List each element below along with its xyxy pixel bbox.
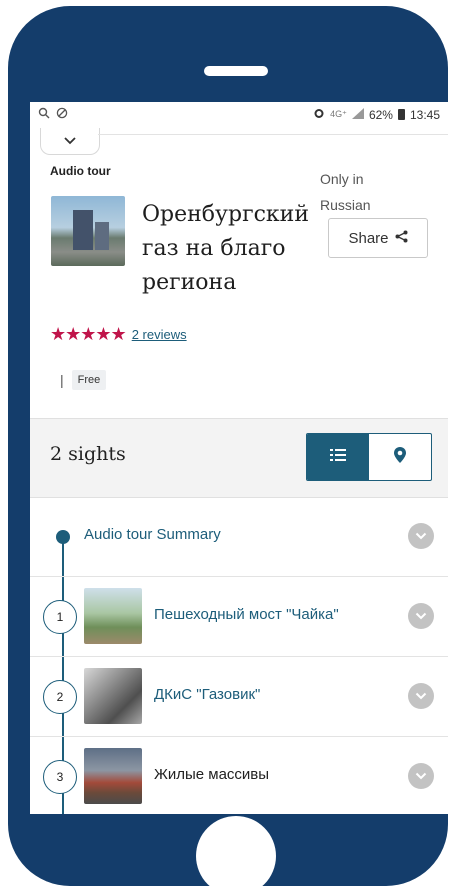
battery-percent: 62% [368,107,393,122]
sight-number: 1 [43,600,77,634]
expand-button[interactable] [408,603,434,629]
list-view-button[interactable] [307,434,369,480]
status-time: 13:45 [409,107,440,122]
reviews-link[interactable]: 2 reviews [132,327,187,342]
tour-type-label: Audio tour [50,164,111,178]
status-left [38,107,68,122]
app-screen: 4G⁺ 62% 13:45 Audio tour Only in Russian… [30,102,448,814]
sight-number: 3 [43,760,77,794]
rating: ★★★★★ 2 reviews [50,324,187,345]
network-indicator: 4G⁺ [330,109,347,119]
sight-label: ДКиС "Газовик" [154,686,261,703]
sight-thumbnail [84,668,142,724]
tour-thumbnail [51,196,125,266]
chevron-down-icon [415,687,427,705]
search-icon [38,107,50,122]
timeline-dot [56,530,70,544]
share-icon [395,230,408,247]
chevron-down-icon [415,607,427,625]
collapse-button[interactable] [40,128,100,155]
map-view-button[interactable] [369,434,431,480]
list-item[interactable]: 3 Жилые массивы [30,736,448,814]
list-item[interactable]: 2 ДКиС "Газовик" [30,656,448,737]
divider [98,134,448,135]
sight-label: Жилые массивы [154,766,270,783]
sights-count: 2 sights [50,443,126,465]
expand-button[interactable] [408,683,434,709]
language-note: Only in Russian [320,171,371,213]
chevron-down-icon [63,132,77,150]
phone-frame: 4G⁺ 62% 13:45 Audio tour Only in Russian… [8,6,448,896]
sights-bar: 2 sights [30,418,448,498]
share-label: Share [348,229,389,247]
sight-number: 2 [43,680,77,714]
expand-button[interactable] [408,763,434,789]
tour-title: Оренбургский газ на благо региона [142,202,309,295]
signal-icon [351,107,364,122]
price-separator: | [60,372,64,388]
sight-thumbnail [84,748,142,804]
view-toggle [306,433,432,481]
price-row: | Free [60,370,107,390]
chevron-down-icon [415,527,427,545]
list-icon [330,448,346,467]
home-button[interactable] [196,816,276,896]
shield-icon [56,107,68,122]
status-bar: 4G⁺ 62% 13:45 [30,102,448,126]
status-right: 4G⁺ 62% 13:45 [313,107,440,122]
sight-label: Пешеходный мост "Чайка" [154,606,339,623]
phone-speaker [204,66,268,76]
share-button[interactable]: Share [328,218,428,258]
alarm-icon [313,107,325,122]
battery-icon [397,109,405,120]
sight-thumbnail [84,588,142,644]
map-pin-icon [393,446,407,469]
chevron-down-icon [415,767,427,785]
expand-button[interactable] [408,523,434,549]
summary-row[interactable]: Audio tour Summary [30,496,448,577]
list-item[interactable]: 1 Пешеходный мост "Чайка" [30,576,448,657]
summary-label: Audio tour Summary [84,526,221,543]
price-badge: Free [71,370,107,390]
rating-stars: ★★★★★ [50,324,127,344]
